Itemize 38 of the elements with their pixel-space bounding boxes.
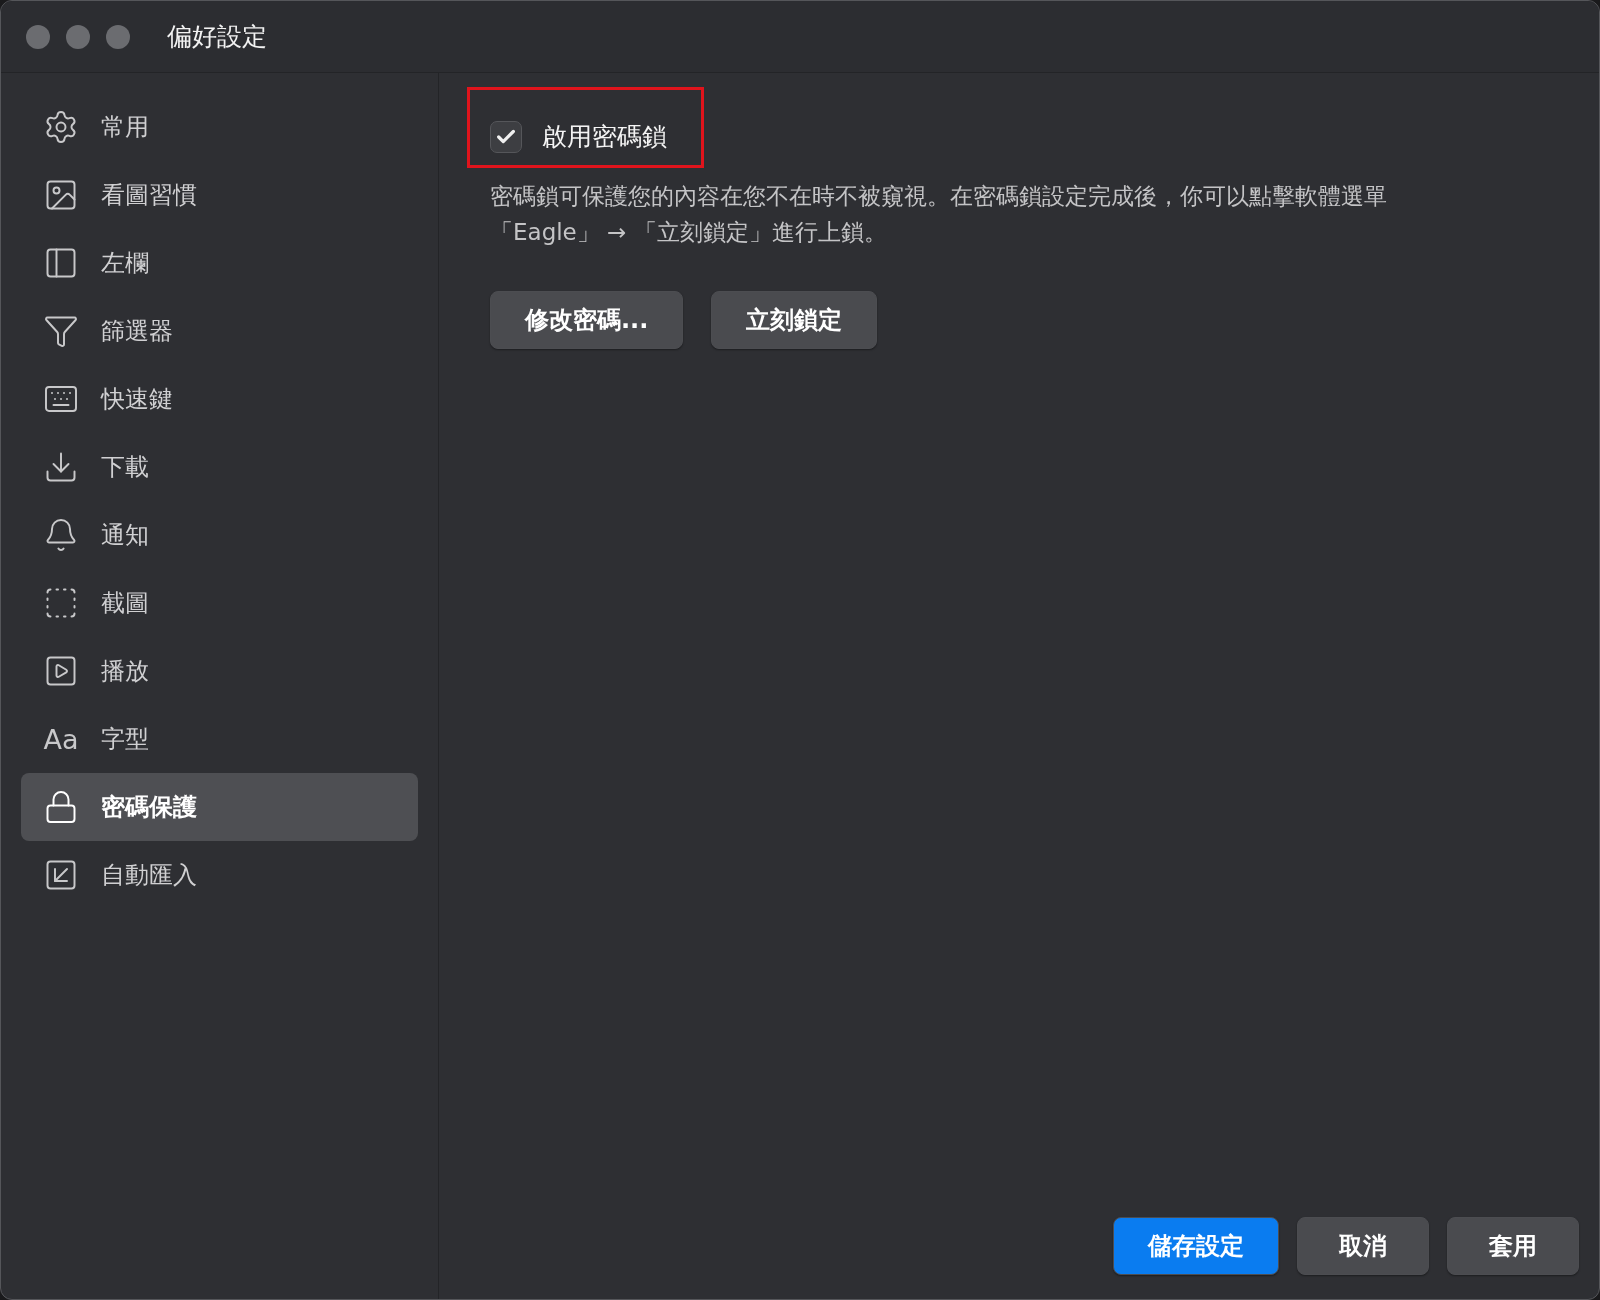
- sidebar-item[interactable]: 自動匯入: [21, 841, 418, 909]
- sidebar-item[interactable]: 通知: [21, 501, 418, 569]
- window-title: 偏好設定: [167, 21, 267, 53]
- sidebar-item[interactable]: 快速鍵: [21, 365, 418, 433]
- sidebar-item[interactable]: Aa 字型: [21, 705, 418, 773]
- sidebar-item[interactable]: 篩選器: [21, 297, 418, 365]
- sidebar-label: 通知: [101, 520, 149, 551]
- sidebar-item[interactable]: 左欄: [21, 229, 418, 297]
- sidebar-item[interactable]: 常用: [21, 93, 418, 161]
- sidebar-label: 下載: [101, 452, 149, 483]
- window-control-icon[interactable]: [26, 24, 50, 49]
- sidebar-item[interactable]: 截圖: [21, 569, 418, 637]
- footer-button[interactable]: 套用: [1447, 1217, 1579, 1275]
- sidebar-label: 密碼保護: [101, 792, 197, 823]
- description-text: 密碼鎖可保護您的內容在您不在時不被窺視。在密碼鎖設定完成後，你可以點擊軟體選單「Eagle」 → 「立刻鎖定」進行上鎖。: [490, 182, 1388, 247]
- sidebar-item[interactable]: 密碼保護: [21, 773, 418, 841]
- action-button[interactable]: 立刻鎖定: [711, 291, 878, 349]
- sidebar-label: 看圖習慣: [101, 180, 197, 211]
- window-control-icon[interactable]: [66, 24, 90, 49]
- font-glyph-icon: Aa: [43, 723, 79, 755]
- window-control-icon[interactable]: [106, 24, 130, 49]
- sidebar-label: 篩選器: [101, 316, 173, 347]
- sidebar-item[interactable]: 播放: [21, 637, 418, 705]
- footer-button[interactable]: 取消: [1297, 1217, 1429, 1275]
- sidebar-item[interactable]: 下載: [21, 433, 418, 501]
- sidebar-item[interactable]: 看圖習慣: [21, 161, 418, 229]
- sidebar-label: 截圖: [101, 588, 149, 619]
- checkbox-label: 啟用密碼鎖: [542, 121, 667, 153]
- sidebar-label: 字型: [101, 724, 149, 755]
- sidebar-label: 自動匯入: [101, 860, 197, 891]
- action-button[interactable]: 修改密碼...: [490, 291, 684, 349]
- enable-lock-checkbox[interactable]: 啟用密碼鎖: [490, 120, 667, 153]
- sidebar-label: 常用: [101, 112, 149, 143]
- sidebar-label: 播放: [101, 656, 149, 687]
- checkbox-box[interactable]: [490, 120, 522, 153]
- sidebar-label: 快速鍵: [101, 384, 173, 415]
- sidebar-label: 左欄: [101, 248, 149, 279]
- primary-button[interactable]: 儲存設定: [1113, 1217, 1279, 1275]
